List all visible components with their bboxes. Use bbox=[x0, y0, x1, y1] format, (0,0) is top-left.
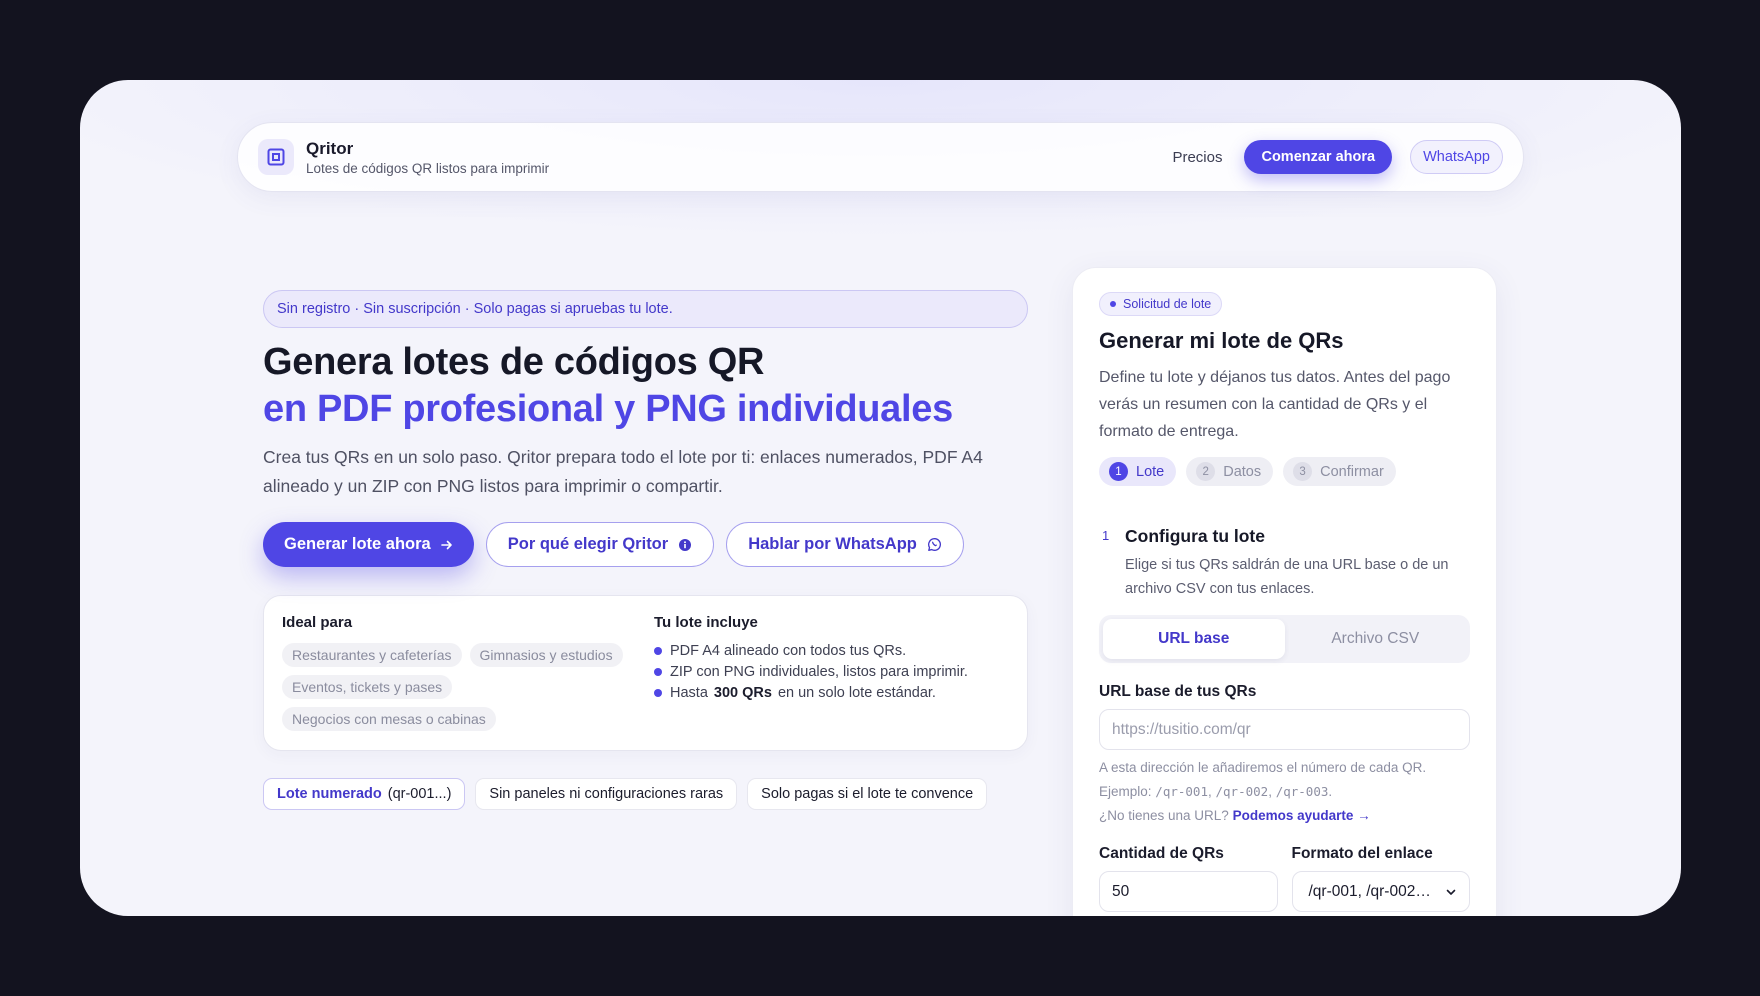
step-label: Lote bbox=[1136, 463, 1165, 480]
step-number: 2 bbox=[1196, 462, 1216, 481]
url-help-text: A esta dirección le añadiremos el número… bbox=[1099, 760, 1427, 799]
list-item: PDF A4 alineado con todos tus QRs. bbox=[654, 643, 1009, 659]
form-title: Generar mi lote de QRs bbox=[1099, 328, 1344, 353]
brand[interactable]: Qritor Lotes de códigos QR listos para i… bbox=[306, 139, 549, 176]
step-number: 1 bbox=[1109, 462, 1128, 481]
why-qritor-label: Por qué elegir Qritor bbox=[507, 535, 669, 553]
bullet-dot-icon bbox=[654, 647, 662, 655]
step-lote[interactable]: 1 Lote bbox=[1099, 457, 1177, 486]
top-nav: Qritor Lotes de códigos QR listos para i… bbox=[237, 122, 1524, 192]
bullet-dot-icon bbox=[654, 689, 662, 697]
feature-tags: Lote numerado (qr-001...) Sin paneles ni … bbox=[263, 778, 1028, 810]
hero-title: Genera lotes de códigos QR en PDF profes… bbox=[263, 339, 1028, 433]
request-badge-label: Solicitud de lote bbox=[1123, 297, 1212, 311]
list-item: Hasta 300 QRs en un solo lote estándar. bbox=[654, 685, 1009, 701]
include-text: PDF A4 alineado con todos tus QRs. bbox=[670, 643, 907, 659]
brand-name: Qritor bbox=[306, 138, 354, 158]
source-toggle: URL base Archivo CSV bbox=[1099, 615, 1470, 663]
quantity-label: Cantidad de QRs bbox=[1099, 845, 1224, 862]
includes-column: Tu lote incluye PDF A4 alineado con todo… bbox=[654, 614, 1009, 750]
qr-frame-icon bbox=[258, 139, 294, 175]
app-frame: Qritor Lotes de códigos QR listos para i… bbox=[80, 80, 1681, 916]
no-url-help: ¿No tienes una URL? Podemos ayudarte → bbox=[1099, 808, 1470, 823]
quantity-input[interactable] bbox=[1099, 871, 1278, 912]
step-confirmar[interactable]: 3 Confirmar bbox=[1283, 457, 1396, 486]
tag-numbered-accent: Lote numerado bbox=[277, 786, 382, 802]
include-bold: 300 QRs bbox=[713, 685, 772, 701]
example-code: /qr-002 bbox=[1215, 784, 1269, 799]
hero-cta-row: Generar lote ahora Por qué elegir Qritor… bbox=[263, 522, 1028, 567]
generate-batch-label: Generar lote ahora bbox=[284, 535, 431, 553]
ideal-for-chips: Restaurantes y cafeterías Gimnasios y es… bbox=[282, 643, 654, 731]
step-label: Datos bbox=[1223, 463, 1262, 480]
generate-batch-button[interactable]: Generar lote ahora bbox=[263, 522, 474, 567]
tab-url-base[interactable]: URL base bbox=[1103, 619, 1285, 659]
info-card: Ideal para Restaurantes y cafeterías Gim… bbox=[263, 595, 1028, 751]
start-now-button[interactable]: Comenzar ahora bbox=[1244, 140, 1393, 174]
why-qritor-button[interactable]: Por qué elegir Qritor bbox=[485, 522, 715, 567]
bullet-dot-icon bbox=[654, 668, 662, 676]
section-number: 1 bbox=[1102, 528, 1110, 543]
url-field-label: URL base de tus QRs bbox=[1099, 683, 1257, 700]
ideal-for-column: Ideal para Restaurantes y cafeterías Gim… bbox=[282, 614, 654, 750]
ideal-chip: Eventos, tickets y pases bbox=[282, 675, 453, 699]
arrow-right-icon bbox=[440, 540, 452, 549]
example-code: /qr-003 bbox=[1275, 784, 1329, 799]
info-icon bbox=[679, 538, 692, 551]
list-item: ZIP con PNG individuales, listos para im… bbox=[654, 664, 1009, 680]
chevron-down-icon bbox=[1446, 889, 1456, 895]
url-base-input[interactable] bbox=[1099, 709, 1470, 750]
format-label: Formato del enlace bbox=[1291, 845, 1433, 862]
hero-title-line2: en PDF profesional y PNG individuales bbox=[263, 388, 953, 430]
tag-numbered: Lote numerado (qr-001...) bbox=[263, 778, 466, 810]
ideal-chip: Negocios con mesas o cabinas bbox=[282, 707, 496, 731]
section-description: Elige si tus QRs saldrán de una URL base… bbox=[1125, 557, 1449, 597]
whatsapp-nav-button[interactable]: WhatsApp bbox=[1410, 140, 1503, 174]
include-text: ZIP con PNG individuales, listos para im… bbox=[670, 664, 968, 680]
whatsapp-icon bbox=[927, 538, 941, 551]
nav-link-pricing[interactable]: Precios bbox=[1172, 149, 1222, 166]
ideal-for-title: Ideal para bbox=[282, 614, 353, 631]
includes-list: PDF A4 alineado con todos tus QRs. ZIP c… bbox=[654, 643, 1009, 701]
include-post: en un solo lote estándar. bbox=[777, 685, 936, 701]
quantity-format-row: Cantidad de QRs Formato del enlace /qr-0… bbox=[1099, 845, 1470, 912]
ideal-chip: Restaurantes y cafeterías bbox=[282, 643, 462, 667]
brand-tagline: Lotes de códigos QR listos para imprimir bbox=[306, 160, 550, 176]
format-select[interactable]: /qr-001, /qr-002… bbox=[1291, 871, 1470, 912]
includes-title: Tu lote incluye bbox=[654, 614, 758, 631]
tag-no-panels: Sin paneles ni configuraciones raras bbox=[475, 778, 738, 810]
hero-lead: Crea tus QRs en un solo paso. Qritor pre… bbox=[263, 447, 983, 496]
whatsapp-chat-button[interactable]: Hablar por WhatsApp bbox=[726, 522, 964, 567]
hero-banner: Sin registro · Sin suscripción · Solo pa… bbox=[263, 290, 1028, 328]
help-link[interactable]: Podemos ayudarte → bbox=[1233, 808, 1371, 823]
badge-dot-icon bbox=[1110, 301, 1116, 307]
tag-numbered-rest: (qr-001...) bbox=[387, 786, 452, 802]
include-pre: Hasta bbox=[670, 685, 708, 701]
configure-section: 1 Configura tu lote Elige si tus QRs sal… bbox=[1099, 526, 1470, 601]
format-select-value: /qr-001, /qr-002… bbox=[1308, 882, 1431, 900]
tag-pay-if: Solo pagas si el lote te convence bbox=[747, 778, 988, 810]
no-url-text: ¿No tienes una URL? bbox=[1099, 808, 1229, 823]
batch-request-card: Solicitud de lote Generar mi lote de QRs… bbox=[1072, 267, 1497, 916]
ideal-chip: Gimnasios y estudios bbox=[469, 643, 623, 667]
whatsapp-chat-label: Hablar por WhatsApp bbox=[748, 535, 917, 553]
hero-section: Sin registro · Sin suscripción · Solo pa… bbox=[263, 290, 1028, 810]
step-number: 3 bbox=[1293, 462, 1313, 481]
request-badge: Solicitud de lote bbox=[1099, 292, 1223, 316]
section-title: Configura tu lote bbox=[1125, 526, 1265, 546]
stepper: 1 Lote 2 Datos 3 Confirmar bbox=[1099, 457, 1470, 486]
hero-title-line1: Genera lotes de códigos QR bbox=[263, 341, 765, 383]
step-datos[interactable]: 2 Datos bbox=[1186, 457, 1274, 486]
tab-csv-file[interactable]: Archivo CSV bbox=[1285, 619, 1467, 659]
example-code: /qr-001 bbox=[1155, 784, 1208, 799]
step-label: Confirmar bbox=[1320, 463, 1384, 480]
form-description: Define tu lote y déjanos tus datos. Ante… bbox=[1099, 369, 1451, 440]
